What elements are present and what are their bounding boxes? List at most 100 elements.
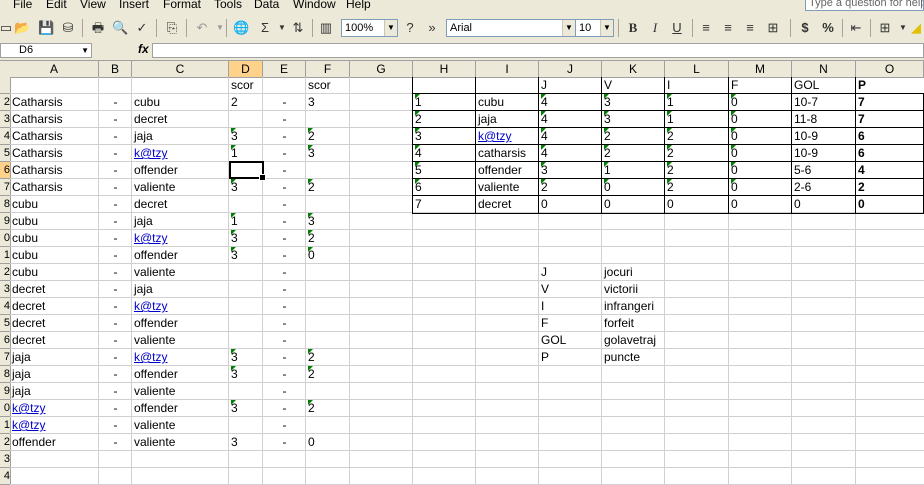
decrease-indent-icon[interactable]: ⇤ xyxy=(848,20,864,36)
score-home[interactable] xyxy=(231,264,261,281)
score-away[interactable] xyxy=(308,383,348,400)
row-header[interactable]: 7 xyxy=(0,349,10,366)
print-icon[interactable]: 🖶 xyxy=(90,20,106,36)
open-icon[interactable]: 📂 xyxy=(14,20,30,36)
score-home[interactable]: 3 xyxy=(231,434,261,451)
score-away[interactable] xyxy=(308,332,348,349)
score-away[interactable]: 3 xyxy=(308,94,348,111)
score-home[interactable]: 3 xyxy=(231,230,261,247)
insert-function-icon[interactable]: fx xyxy=(138,42,149,56)
row-header[interactable]: 0 xyxy=(0,230,10,247)
row-header[interactable]: 4 xyxy=(0,128,10,145)
column-header-m[interactable]: M xyxy=(729,61,792,77)
permission-icon[interactable]: ⛁ xyxy=(60,20,76,36)
print-preview-icon[interactable]: 🔍 xyxy=(112,20,128,36)
row-header[interactable]: 4 xyxy=(0,298,10,315)
column-header-b[interactable]: B xyxy=(99,61,132,77)
menu-data[interactable]: Data xyxy=(254,0,279,11)
column-header-e[interactable]: E xyxy=(263,61,306,77)
row-header[interactable]: 3 xyxy=(0,111,10,128)
help-icon[interactable]: ? xyxy=(402,20,418,36)
column-header-g[interactable]: G xyxy=(350,61,413,77)
row-header[interactable]: 6 xyxy=(0,332,10,349)
menu-help[interactable]: Help xyxy=(346,0,371,11)
score-home[interactable] xyxy=(231,111,261,128)
score-away[interactable]: 2 xyxy=(308,400,348,417)
menu-view[interactable]: View xyxy=(80,0,106,11)
row-header[interactable]: 5 xyxy=(0,145,10,162)
score-home[interactable] xyxy=(231,196,261,213)
undo-icon[interactable]: ↶ xyxy=(194,20,210,36)
score-home[interactable] xyxy=(231,417,261,434)
column-header-c[interactable]: C xyxy=(132,61,229,77)
help-search-input[interactable]: Type a question for help xyxy=(805,0,924,11)
row-header[interactable]: 2 xyxy=(0,434,10,451)
align-right-icon[interactable]: ≡ xyxy=(742,20,758,36)
bold-icon[interactable]: B xyxy=(625,20,641,36)
borders-icon[interactable]: ⊞ xyxy=(877,20,893,36)
copy-icon[interactable]: ⎘ xyxy=(164,20,180,36)
menu-insert[interactable]: Insert xyxy=(119,0,149,11)
menu-tools[interactable]: Tools xyxy=(214,0,242,11)
row-header[interactable]: 0 xyxy=(0,400,10,417)
score-home[interactable]: 3 xyxy=(231,400,261,417)
score-home[interactable] xyxy=(231,383,261,400)
worksheet-grid[interactable]: scor scor Catharsis - cubu 2 - 3 Catharsis - decre… xyxy=(10,77,924,485)
column-header-f[interactable]: F xyxy=(306,61,350,77)
spelling-icon[interactable]: ✓ xyxy=(134,20,150,36)
row-header[interactable]: 4 xyxy=(0,468,10,485)
zoom-select[interactable]: 100% ▼ xyxy=(341,19,398,37)
menu-edit[interactable]: Edit xyxy=(46,0,67,11)
score-away[interactable] xyxy=(308,281,348,298)
row-header[interactable]: 8 xyxy=(0,196,10,213)
currency-icon[interactable]: $ xyxy=(797,20,813,36)
score-home[interactable] xyxy=(231,281,261,298)
new-icon[interactable]: ▭ xyxy=(0,20,14,36)
score-away[interactable]: 2 xyxy=(308,179,348,196)
score-away[interactable]: 3 xyxy=(308,145,348,162)
row-header[interactable]: 3 xyxy=(0,281,10,298)
score-away[interactable] xyxy=(308,417,348,434)
chart-wizard-icon[interactable]: ▥ xyxy=(318,20,334,36)
team-home[interactable]: k@tzy xyxy=(12,400,97,417)
column-header-o[interactable]: O xyxy=(856,61,924,77)
row-header[interactable]: 1 xyxy=(0,247,10,264)
row-header[interactable]: 5 xyxy=(0,315,10,332)
column-header-h[interactable]: H xyxy=(413,61,476,77)
column-header-i[interactable]: I xyxy=(476,61,539,77)
score-away[interactable] xyxy=(308,196,348,213)
team-away[interactable]: k@tzy xyxy=(134,298,227,315)
row-header[interactable]: 7 xyxy=(0,179,10,196)
score-home[interactable] xyxy=(231,332,261,349)
score-home[interactable]: 1 xyxy=(231,213,261,230)
team-home[interactable]: k@tzy xyxy=(12,417,97,434)
score-home[interactable]: 1 xyxy=(231,145,261,162)
score-away[interactable] xyxy=(308,315,348,332)
name-box[interactable]: D6 ▼ xyxy=(0,43,92,58)
score-home[interactable]: 3 xyxy=(231,247,261,264)
row-header[interactable]: 9 xyxy=(0,383,10,400)
sort-ascending-icon[interactable]: ⇅ xyxy=(290,20,306,36)
score-away[interactable]: 2 xyxy=(308,128,348,145)
row-header[interactable]: 8 xyxy=(0,366,10,383)
fill-color-icon[interactable]: ◢ xyxy=(908,20,924,36)
chevron-down-icon[interactable]: ▼ xyxy=(384,20,397,36)
score-home[interactable]: 3 xyxy=(231,349,261,366)
hyperlink-icon[interactable]: 🌐 xyxy=(233,20,249,36)
italic-icon[interactable]: I xyxy=(647,20,663,36)
chevron-down-icon[interactable]: ▼ xyxy=(562,20,575,36)
menu-window[interactable]: Window xyxy=(293,0,336,11)
score-away[interactable]: 0 xyxy=(308,434,348,451)
score-away[interactable] xyxy=(308,264,348,281)
column-header-j[interactable]: J xyxy=(539,61,602,77)
merge-center-icon[interactable]: ⊞ xyxy=(765,20,781,36)
score-home[interactable]: 3 xyxy=(231,179,261,196)
toolbar-options-icon[interactable]: » xyxy=(424,20,440,36)
score-away[interactable]: 3 xyxy=(308,213,348,230)
row-header[interactable]: 6 xyxy=(0,162,10,179)
score-away[interactable] xyxy=(308,298,348,315)
row-header[interactable]: 3 xyxy=(0,451,10,468)
menu-file[interactable]: File xyxy=(13,0,32,11)
column-header-a[interactable]: A xyxy=(10,61,99,77)
save-icon[interactable]: 💾 xyxy=(38,20,54,36)
